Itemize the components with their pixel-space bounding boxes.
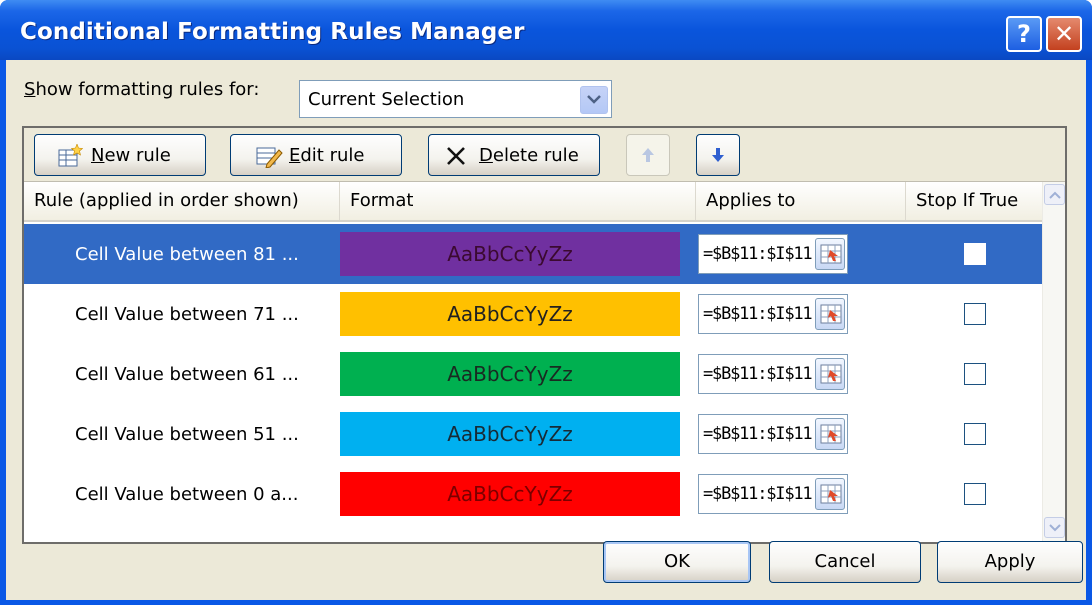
apply-button[interactable]: Apply: [937, 541, 1083, 583]
edit-rule-accel: E: [289, 145, 301, 166]
new-rule-button[interactable]: New rule: [34, 134, 206, 176]
range-picker-icon: [820, 424, 842, 444]
range-picker-button[interactable]: [815, 298, 845, 330]
range-picker-button[interactable]: [815, 418, 845, 450]
show-rules-label-text: how formatting rules for:: [35, 79, 260, 100]
delete-rule-label: Delete rule: [479, 145, 579, 166]
range-picker-icon: [820, 304, 842, 324]
dropdown-arrow-button[interactable]: [580, 86, 608, 114]
applies-to-value: =$B$11:$I$11: [703, 364, 813, 384]
show-rules-label: Show formatting rules for:: [24, 79, 259, 100]
rule-row[interactable]: Cell Value between 61 ... AaBbCcYyZz =$B…: [24, 344, 1042, 404]
close-button[interactable]: ✕: [1046, 16, 1082, 52]
help-icon: ?: [1017, 20, 1031, 48]
show-rules-dropdown[interactable]: Current Selection: [299, 80, 612, 118]
range-picker-button[interactable]: [815, 238, 845, 270]
new-rule-text: ew rule: [104, 145, 171, 166]
rule-description: Cell Value between 0 a...: [75, 484, 299, 505]
rule-row[interactable]: Cell Value between 71 ... AaBbCcYyZz =$B…: [24, 284, 1042, 344]
applies-to-field[interactable]: =$B$11:$I$11: [698, 474, 848, 514]
show-rules-label-accel: S: [24, 79, 36, 100]
format-preview: AaBbCcYyZz: [340, 292, 680, 336]
applies-to-field[interactable]: =$B$11:$I$11: [698, 294, 848, 334]
applies-to-value: =$B$11:$I$11: [703, 304, 813, 324]
range-picker-icon: [820, 364, 842, 384]
rules-toolbar: New rule Edit rule Delete rule: [24, 128, 1065, 182]
applies-to-value: =$B$11:$I$11: [703, 484, 813, 504]
scroll-up-button[interactable]: [1044, 184, 1065, 205]
arrow-up-icon: [642, 148, 654, 162]
column-rule[interactable]: Rule (applied in order shown): [24, 182, 340, 220]
edit-rule-icon: [256, 147, 283, 168]
delete-rule-button[interactable]: Delete rule: [428, 134, 600, 176]
cancel-button[interactable]: Cancel: [769, 541, 921, 583]
rule-description: Cell Value between 81 ...: [75, 244, 299, 265]
help-button[interactable]: ?: [1006, 16, 1042, 52]
chevron-up-icon: [1049, 191, 1061, 199]
rule-description: Cell Value between 51 ...: [75, 424, 299, 445]
move-up-button[interactable]: [626, 134, 670, 176]
delete-rule-accel: D: [479, 145, 493, 166]
ok-button[interactable]: OK: [603, 541, 751, 583]
applies-to-field[interactable]: =$B$11:$I$11: [698, 414, 848, 454]
edit-rule-text: dit rule: [300, 145, 365, 166]
stop-if-true-checkbox[interactable]: [964, 303, 986, 325]
close-icon: ✕: [1053, 20, 1075, 48]
applies-to-value: =$B$11:$I$11: [703, 424, 813, 444]
arrow-down-icon: [712, 148, 724, 162]
range-picker-icon: [820, 484, 842, 504]
rules-panel: New rule Edit rule Delete rule Rule (app…: [22, 126, 1067, 544]
range-picker-icon: [820, 244, 842, 264]
applies-to-value: =$B$11:$I$11: [703, 244, 813, 264]
stop-if-true-checkbox[interactable]: [964, 363, 986, 385]
edit-rule-button[interactable]: Edit rule: [230, 134, 402, 176]
rule-description: Cell Value between 61 ...: [75, 364, 299, 385]
rule-row[interactable]: Cell Value between 51 ... AaBbCcYyZz =$B…: [24, 404, 1042, 464]
column-format[interactable]: Format: [340, 182, 696, 220]
scroll-down-button[interactable]: [1044, 517, 1065, 538]
column-applies-to[interactable]: Applies to: [696, 182, 906, 220]
rule-row[interactable]: Cell Value between 81 ... AaBbCcYyZz =$B…: [24, 224, 1042, 284]
title-bar[interactable]: Conditional Formatting Rules Manager ? ✕: [0, 0, 1092, 60]
rule-description: Cell Value between 71 ...: [75, 304, 299, 325]
applies-to-field[interactable]: =$B$11:$I$11: [698, 354, 848, 394]
new-rule-icon: [58, 144, 83, 167]
move-down-button[interactable]: [696, 134, 740, 176]
format-preview: AaBbCcYyZz: [340, 472, 680, 516]
chevron-down-icon: [1049, 524, 1061, 532]
column-stop-if-true[interactable]: Stop If True: [906, 182, 1042, 220]
delete-x-icon: [447, 147, 465, 165]
rules-table-header: Rule (applied in order shown) Format App…: [24, 182, 1042, 222]
format-preview: AaBbCcYyZz: [340, 352, 680, 396]
applies-to-field[interactable]: =$B$11:$I$11: [698, 234, 848, 274]
delete-rule-text: elete rule: [492, 145, 579, 166]
new-rule-accel: N: [91, 145, 105, 166]
dialog-window: Conditional Formatting Rules Manager ? ✕…: [0, 0, 1092, 605]
range-picker-button[interactable]: [815, 358, 845, 390]
edit-rule-label: Edit rule: [289, 145, 364, 166]
window-title: Conditional Formatting Rules Manager: [20, 19, 525, 45]
vertical-scrollbar[interactable]: [1042, 182, 1065, 542]
stop-if-true-checkbox[interactable]: [964, 423, 986, 445]
format-preview: AaBbCcYyZz: [340, 412, 680, 456]
dialog-client-area: Show formatting rules for: Current Selec…: [6, 60, 1086, 600]
stop-if-true-checkbox[interactable]: [964, 483, 986, 505]
stop-if-true-checkbox[interactable]: [964, 243, 986, 265]
rule-row[interactable]: Cell Value between 0 a... AaBbCcYyZz =$B…: [24, 464, 1042, 524]
new-rule-label: New rule: [91, 145, 171, 166]
show-rules-value: Current Selection: [308, 89, 465, 110]
range-picker-button[interactable]: [815, 478, 845, 510]
chevron-down-icon: [587, 95, 601, 104]
format-preview: AaBbCcYyZz: [340, 232, 680, 276]
